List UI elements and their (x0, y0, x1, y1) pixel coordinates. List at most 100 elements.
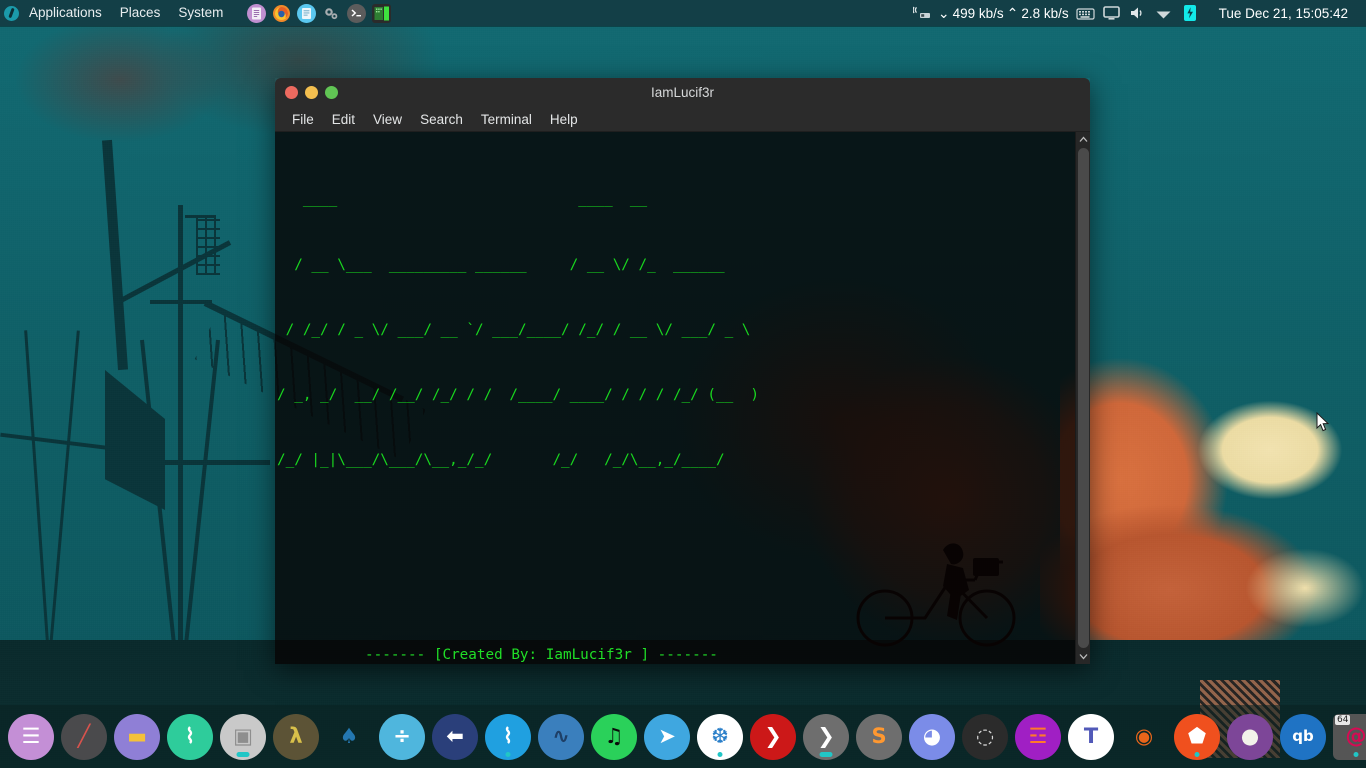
scrollbar-track[interactable] (1076, 147, 1091, 649)
maximize-button[interactable] (325, 86, 338, 99)
debian-dock-icon[interactable]: @64 (1333, 713, 1366, 760)
running-indicator (819, 751, 833, 757)
obs-studio-dock-icon[interactable]: ◌ (962, 713, 1008, 760)
metasploit-dock-icon[interactable]: ❯ (750, 713, 796, 760)
telegram-dock-icon[interactable]: ➤ (644, 713, 690, 760)
menu-edit[interactable]: Edit (323, 107, 364, 132)
terminal-scrollbar[interactable] (1075, 132, 1090, 664)
discord-dock-icon[interactable]: ◕ (909, 713, 955, 760)
hat-dock-icon-glyph: ♠ (339, 724, 359, 748)
terminal-window[interactable]: IamLucif3r File Edit View Search Termina… (275, 78, 1090, 664)
text-editor-dock-icon[interactable]: ☰ (8, 713, 54, 760)
sublime-text-dock-icon[interactable]: S (856, 713, 902, 760)
download-rate: 499 kb/s (952, 5, 1004, 21)
ascii-banner-line-4: / _, _/ __/ /__/ /_/ / / /____/ ____/ / … (277, 386, 760, 403)
obs-studio-dock-icon-glyph: ◌ (975, 724, 995, 748)
kde-connect-dock-icon[interactable]: ⬅ (432, 713, 478, 760)
terminal-dock-icon[interactable]: ❯ (803, 713, 849, 760)
window-preview-dock-icon[interactable]: ▣ (220, 713, 266, 760)
spacer-2 (275, 580, 1075, 602)
spotify-dock-icon[interactable]: ♫ (591, 713, 637, 760)
scroll-down-arrow[interactable] (1076, 649, 1091, 664)
title-bar[interactable]: IamLucif3r (275, 78, 1090, 107)
window-preview-dock-icon-glyph: ▣ (233, 724, 253, 748)
close-button[interactable] (285, 86, 298, 99)
volume-icon[interactable] (1125, 0, 1151, 26)
settings-gears-icon[interactable] (322, 4, 341, 23)
display-icon[interactable] (1099, 0, 1125, 26)
video-editor-dock-icon-glyph: ╱ (77, 724, 91, 748)
text-editor-dock-icon-glyph: ☰ (21, 724, 41, 748)
menu-terminal[interactable]: Terminal (472, 107, 541, 132)
spotify-dock-icon-glyph: ♫ (604, 724, 624, 748)
ascii-banner-line-1: ____ ____ __ (277, 191, 648, 208)
firefox-dock-icon[interactable]: ◉ (1121, 714, 1167, 760)
sublime-text-dock-icon-glyph: S (871, 724, 887, 748)
terminal-launcher-icon[interactable] (347, 3, 367, 23)
upload-rate: 2.8 kb/s (1021, 5, 1069, 21)
half-life-dock-icon[interactable]: λ (273, 713, 319, 760)
places-menu[interactable]: Places (111, 0, 170, 26)
system-menu[interactable]: System (169, 0, 232, 26)
menu-bar: File Edit View Search Terminal Help (275, 107, 1090, 132)
terminal-body[interactable]: ____ ____ __ / __ \___ _________ ______ … (275, 132, 1090, 664)
tor-browser-dock-icon-glyph: ● (1240, 724, 1260, 748)
firefox-launcher-icon[interactable] (272, 4, 291, 23)
top-panel-right: ⌄ 499 kb/s ⌃ 2.8 kb/s Tue Dec 21, 15:05:… (909, 0, 1366, 26)
microsoft-teams-dock-icon-glyph: T (1083, 724, 1099, 748)
qbittorrent-dock-icon-glyph: qb (1292, 727, 1314, 745)
wifi-icon[interactable] (1151, 0, 1177, 26)
half-life-dock-icon-glyph: λ (289, 724, 303, 748)
metasploit-dock-icon-glyph: ❯ (764, 724, 782, 748)
running-indicator (236, 751, 250, 757)
scrollbar-thumb[interactable] (1077, 148, 1089, 648)
upload-chevron-icon: ⌃ (1006, 4, 1019, 21)
wireshark-dock-icon[interactable]: ∿ (538, 713, 584, 760)
download-chevron-icon: ⌄ (937, 4, 950, 21)
calculator-dock-icon-glyph: ÷ (393, 724, 411, 748)
calculator-dock-icon[interactable]: ÷ (379, 713, 425, 760)
applications-menu[interactable]: Applications (20, 0, 111, 26)
battery-charging-icon[interactable] (1177, 0, 1203, 26)
ascii-banner-line-2: / __ \___ _________ ______ / __ \/ /_ __… (277, 256, 725, 273)
clock[interactable]: Tue Dec 21, 15:05:42 (1203, 6, 1358, 21)
dock: ☰ ╱ ▬ ⌇ ▣ λ ♠ ÷ ⬅ ⌇ ∿ ♫ ➤ ❆ ❯ ❯ S ◕ ◌ ☲ T ◉ ⬟ ● qb @64 (0, 705, 1366, 768)
discord-dock-icon-glyph: ◕ (922, 724, 942, 748)
top-panel-left: Applications Places System (0, 0, 394, 26)
terminal-screen[interactable]: ____ ____ __ / __ \___ _________ ______ … (275, 132, 1075, 664)
file-manager-dock-icon[interactable]: ▬ (114, 713, 160, 760)
menu-view[interactable]: View (364, 107, 411, 132)
top-panel: Applications Places System ⌄ 499 kb/s ⌃ … (0, 0, 1366, 26)
brave-browser-dock-icon-glyph: ⬟ (1187, 724, 1207, 748)
hat-dock-icon[interactable]: ♠ (326, 714, 372, 760)
flameshot-dock-icon-glyph: ☲ (1028, 724, 1048, 748)
microsoft-teams-dock-icon[interactable]: T (1068, 713, 1114, 760)
terminal-dock-icon-glyph: ❯ (817, 724, 835, 748)
brave-browser-dock-icon[interactable]: ⬟ (1174, 713, 1220, 760)
gnuplot-dock-icon[interactable]: ⌇ (485, 713, 531, 760)
menu-help[interactable]: Help (541, 107, 587, 132)
keyboard-icon[interactable] (1073, 0, 1099, 26)
tor-browser-dock-icon[interactable]: ● (1227, 713, 1273, 760)
text-editor-launcher-icon[interactable] (247, 3, 267, 23)
gnome-foot-icon[interactable] (4, 5, 19, 21)
scroll-up-arrow[interactable] (1076, 132, 1091, 147)
system-monitor-launcher-icon[interactable] (372, 3, 392, 23)
network-speed-indicator[interactable]: ⌄ 499 kb/s ⌃ 2.8 kb/s (909, 5, 1073, 22)
running-indicator (1194, 751, 1200, 757)
ascii-banner-line-5: /_/ |_|\___/\___/\__,_/_/ /_/ /_/\__,_/_… (277, 451, 725, 468)
system-monitor-dock-icon[interactable]: ⌇ (167, 713, 213, 760)
menu-file[interactable]: File (283, 107, 323, 132)
running-indicator (1353, 751, 1359, 757)
qbittorrent-dock-icon[interactable]: qb (1280, 713, 1326, 760)
minimize-button[interactable] (305, 86, 318, 99)
video-editor-dock-icon[interactable]: ╱ (61, 713, 107, 760)
firefox-dock-icon-glyph: ◉ (1134, 724, 1154, 748)
files-launcher-icon[interactable] (297, 3, 317, 23)
flameshot-dock-icon[interactable]: ☲ (1015, 713, 1061, 760)
wireshark-dock-icon-glyph: ∿ (552, 724, 570, 748)
ascii-banner-line-3: / /_/ / _ \/ ___/ __ `/ ___/____/ /_/ / … (277, 321, 751, 338)
menu-search[interactable]: Search (411, 107, 472, 132)
wekan-dock-icon[interactable]: ❆ (697, 713, 743, 760)
running-indicator (505, 751, 511, 757)
